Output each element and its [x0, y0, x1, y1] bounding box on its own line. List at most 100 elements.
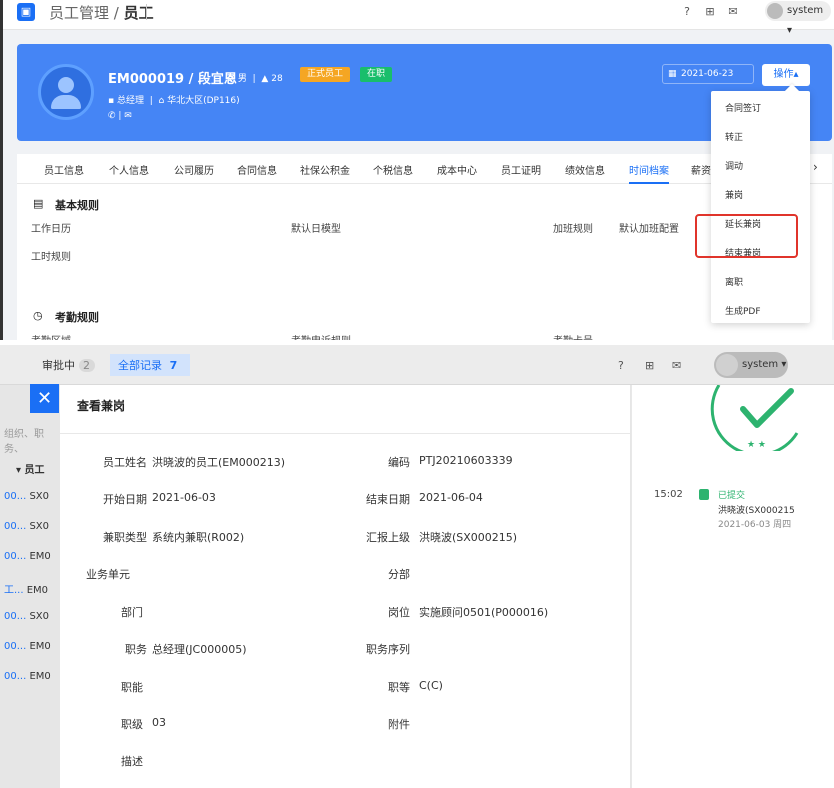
tab-company-history[interactable]: 公司履历 [174, 162, 214, 177]
start-date-label: 开始日期 [103, 493, 147, 506]
employee-name: EM000019 / 段宜恩 [108, 72, 237, 87]
department-value: 华北大区(DP116) [167, 96, 240, 106]
help-icon[interactable]: ? [680, 5, 694, 19]
tab-cost-center[interactable]: 成本中心 [437, 162, 477, 177]
user-menu[interactable]: system ▾ [714, 352, 788, 378]
user-name: system [787, 5, 824, 16]
chevron-right-icon[interactable]: › [813, 160, 818, 174]
action-button-label: 操作 [773, 69, 794, 80]
business-unit-label: 业务单元 [86, 568, 130, 581]
drawer-divider [60, 433, 630, 434]
tab-performance[interactable]: 绩效信息 [565, 162, 605, 177]
approval-timeline: ★ ★ 15:02 已提交 洪晓波(SX000215 2021-06-03 周四 [631, 385, 834, 788]
contact-icons[interactable]: ✆ | ✉ [108, 111, 132, 121]
post-label: 岗位 [388, 606, 410, 619]
tag-formal-employee: 正式员工 [300, 67, 351, 82]
list-item[interactable]: 00... EM0 [4, 671, 51, 682]
level-value: 03 [152, 716, 166, 729]
list-item-code: SX0 [29, 521, 50, 532]
menu-item-concurrent-post[interactable]: 兼岗 [725, 188, 743, 201]
report-label: 汇报上级 [366, 531, 410, 544]
list-item[interactable]: 工... EM0 [4, 581, 48, 596]
tab-salary[interactable]: 薪资 [691, 162, 711, 177]
department-label: 部门 [121, 606, 143, 619]
menu-item-contract-sign[interactable]: 合同签订 [725, 101, 761, 114]
list-item[interactable]: 00... EM0 [4, 641, 51, 652]
hours-rule-label: 工时规则 [31, 252, 71, 263]
export-icon[interactable]: ⊞ [703, 5, 717, 19]
list-item-id: 00... [4, 551, 27, 562]
list-search-hint[interactable]: 组织、职务、 [4, 425, 60, 455]
action-button[interactable]: 操作▴ [762, 64, 810, 86]
avatar [716, 354, 738, 376]
user-menu[interactable]: system ▾ [765, 1, 831, 36]
default-model-label: 默认日模型 [291, 224, 341, 235]
menu-item-regularize[interactable]: 转正 [725, 130, 743, 143]
tab-tax-info[interactable]: 个税信息 [373, 162, 413, 177]
tab-all-label: 全部记录 [118, 359, 162, 372]
action-dropdown-menu: 合同签订 转正 调动 兼岗 延长兼岗 结束兼岗 离职 生成PDF [711, 91, 810, 323]
timeline-date: 2021-06-03 周四 [718, 520, 792, 530]
export-icon[interactable]: ⊞ [645, 359, 654, 372]
breadcrumb-parent[interactable]: 员工管理 [49, 4, 109, 22]
branch-label: 分部 [388, 568, 410, 581]
timeline-person: 洪晓波(SX000215 [718, 506, 795, 516]
employee-name-label: 员工姓名 [103, 456, 147, 469]
position-icon: ▪ [108, 96, 115, 106]
default-overtime-value: 默认加班配置 [619, 224, 679, 235]
end-date-value: 2021-06-04 [419, 491, 483, 504]
drawer-title: 查看兼岗 [77, 399, 126, 413]
job-value: 总经理(JC000005) [152, 643, 247, 656]
list-item[interactable]: 00... SX0 [4, 611, 49, 622]
type-label: 兼职类型 [103, 531, 147, 544]
tab-pending-label: 审批中 [42, 359, 75, 372]
user-name: system [742, 359, 779, 370]
employee-name-value: 洪晓波的员工(EM000213) [152, 456, 286, 469]
list-item[interactable]: 00... SX0 [4, 491, 49, 502]
approval-top-bar: 审批中 2 全部记录 7 ? ⊞ ✉ system ▾ [0, 345, 834, 385]
work-calendar-label: 工作日历 [31, 224, 71, 235]
svg-text:★ ★: ★ ★ [747, 440, 766, 450]
submitted-icon [699, 489, 709, 500]
breadcrumb: 员工管理 / 员工 [49, 4, 154, 22]
menu-item-transfer[interactable]: 调动 [725, 159, 743, 172]
tag-employment-status: 在职 [360, 67, 393, 82]
position-value: 总经理 [116, 96, 144, 106]
list-item-code: EM0 [29, 641, 51, 652]
timeline-time: 15:02 [654, 489, 683, 500]
attendance-appeal-label: 考勤申诉规则 [291, 332, 351, 340]
list-item[interactable]: 00... SX0 [4, 521, 49, 532]
tab-time-archive[interactable]: 时间档案 [629, 162, 669, 177]
list-item-code: SX0 [29, 491, 50, 502]
attendance-card-label: 考勤卡号 [553, 332, 593, 340]
effective-date-value: 2021-06-23 [681, 69, 734, 79]
gender-label: ♂ 男 [227, 74, 247, 84]
employee-meta: ♂ 男 | ▲ 28 [227, 74, 283, 84]
menu-item-resign[interactable]: 离职 [725, 275, 743, 288]
employee-detail-panel: ▣ 员工管理 / 员工 ? ⊞ ✉ system ▾ EM000019 / 段宜… [0, 0, 834, 340]
tab-employee-info[interactable]: 员工信息 [44, 162, 84, 177]
mail-icon[interactable]: ✉ [726, 5, 740, 19]
close-button[interactable]: ✕ [30, 384, 59, 413]
time-archive-content: ▤ 基本规则 工作日历 默认日模型 加班规则 默认加班配置 工时规则 ◷ 考勤规… [17, 184, 832, 340]
menu-item-generate-pdf[interactable]: 生成PDF [725, 304, 761, 317]
doc-icon: ▤ [33, 197, 44, 210]
tab-social-security[interactable]: 社保公积金 [300, 162, 350, 177]
top-bar: ▣ 员工管理 / 员工 ? ⊞ ✉ system ▾ [3, 0, 834, 36]
tab-employee-certificate[interactable]: 员工证明 [501, 162, 541, 177]
breadcrumb-divider [146, 4, 147, 20]
list-item[interactable]: 00... EM0 [4, 551, 51, 562]
list-header-label: 员工 [24, 465, 45, 476]
mail-icon[interactable]: ✉ [672, 359, 681, 372]
list-header: ▾ 员工 [16, 465, 45, 476]
effective-date-picker[interactable]: ▦ 2021-06-23 [662, 64, 754, 84]
grade-label: 职等 [388, 681, 410, 694]
calendar-icon: ▦ [668, 69, 677, 79]
tab-all-records[interactable]: 全部记录 7 [110, 354, 190, 376]
report-value: 洪晓波(SX000215) [419, 531, 518, 544]
tab-pending[interactable]: 审批中 2 [42, 357, 95, 373]
tab-contract-info[interactable]: 合同信息 [237, 162, 277, 177]
attendance-area-label: 考勤区域 [31, 332, 71, 340]
tab-personal-info[interactable]: 个人信息 [109, 162, 149, 177]
help-icon[interactable]: ? [618, 359, 624, 372]
